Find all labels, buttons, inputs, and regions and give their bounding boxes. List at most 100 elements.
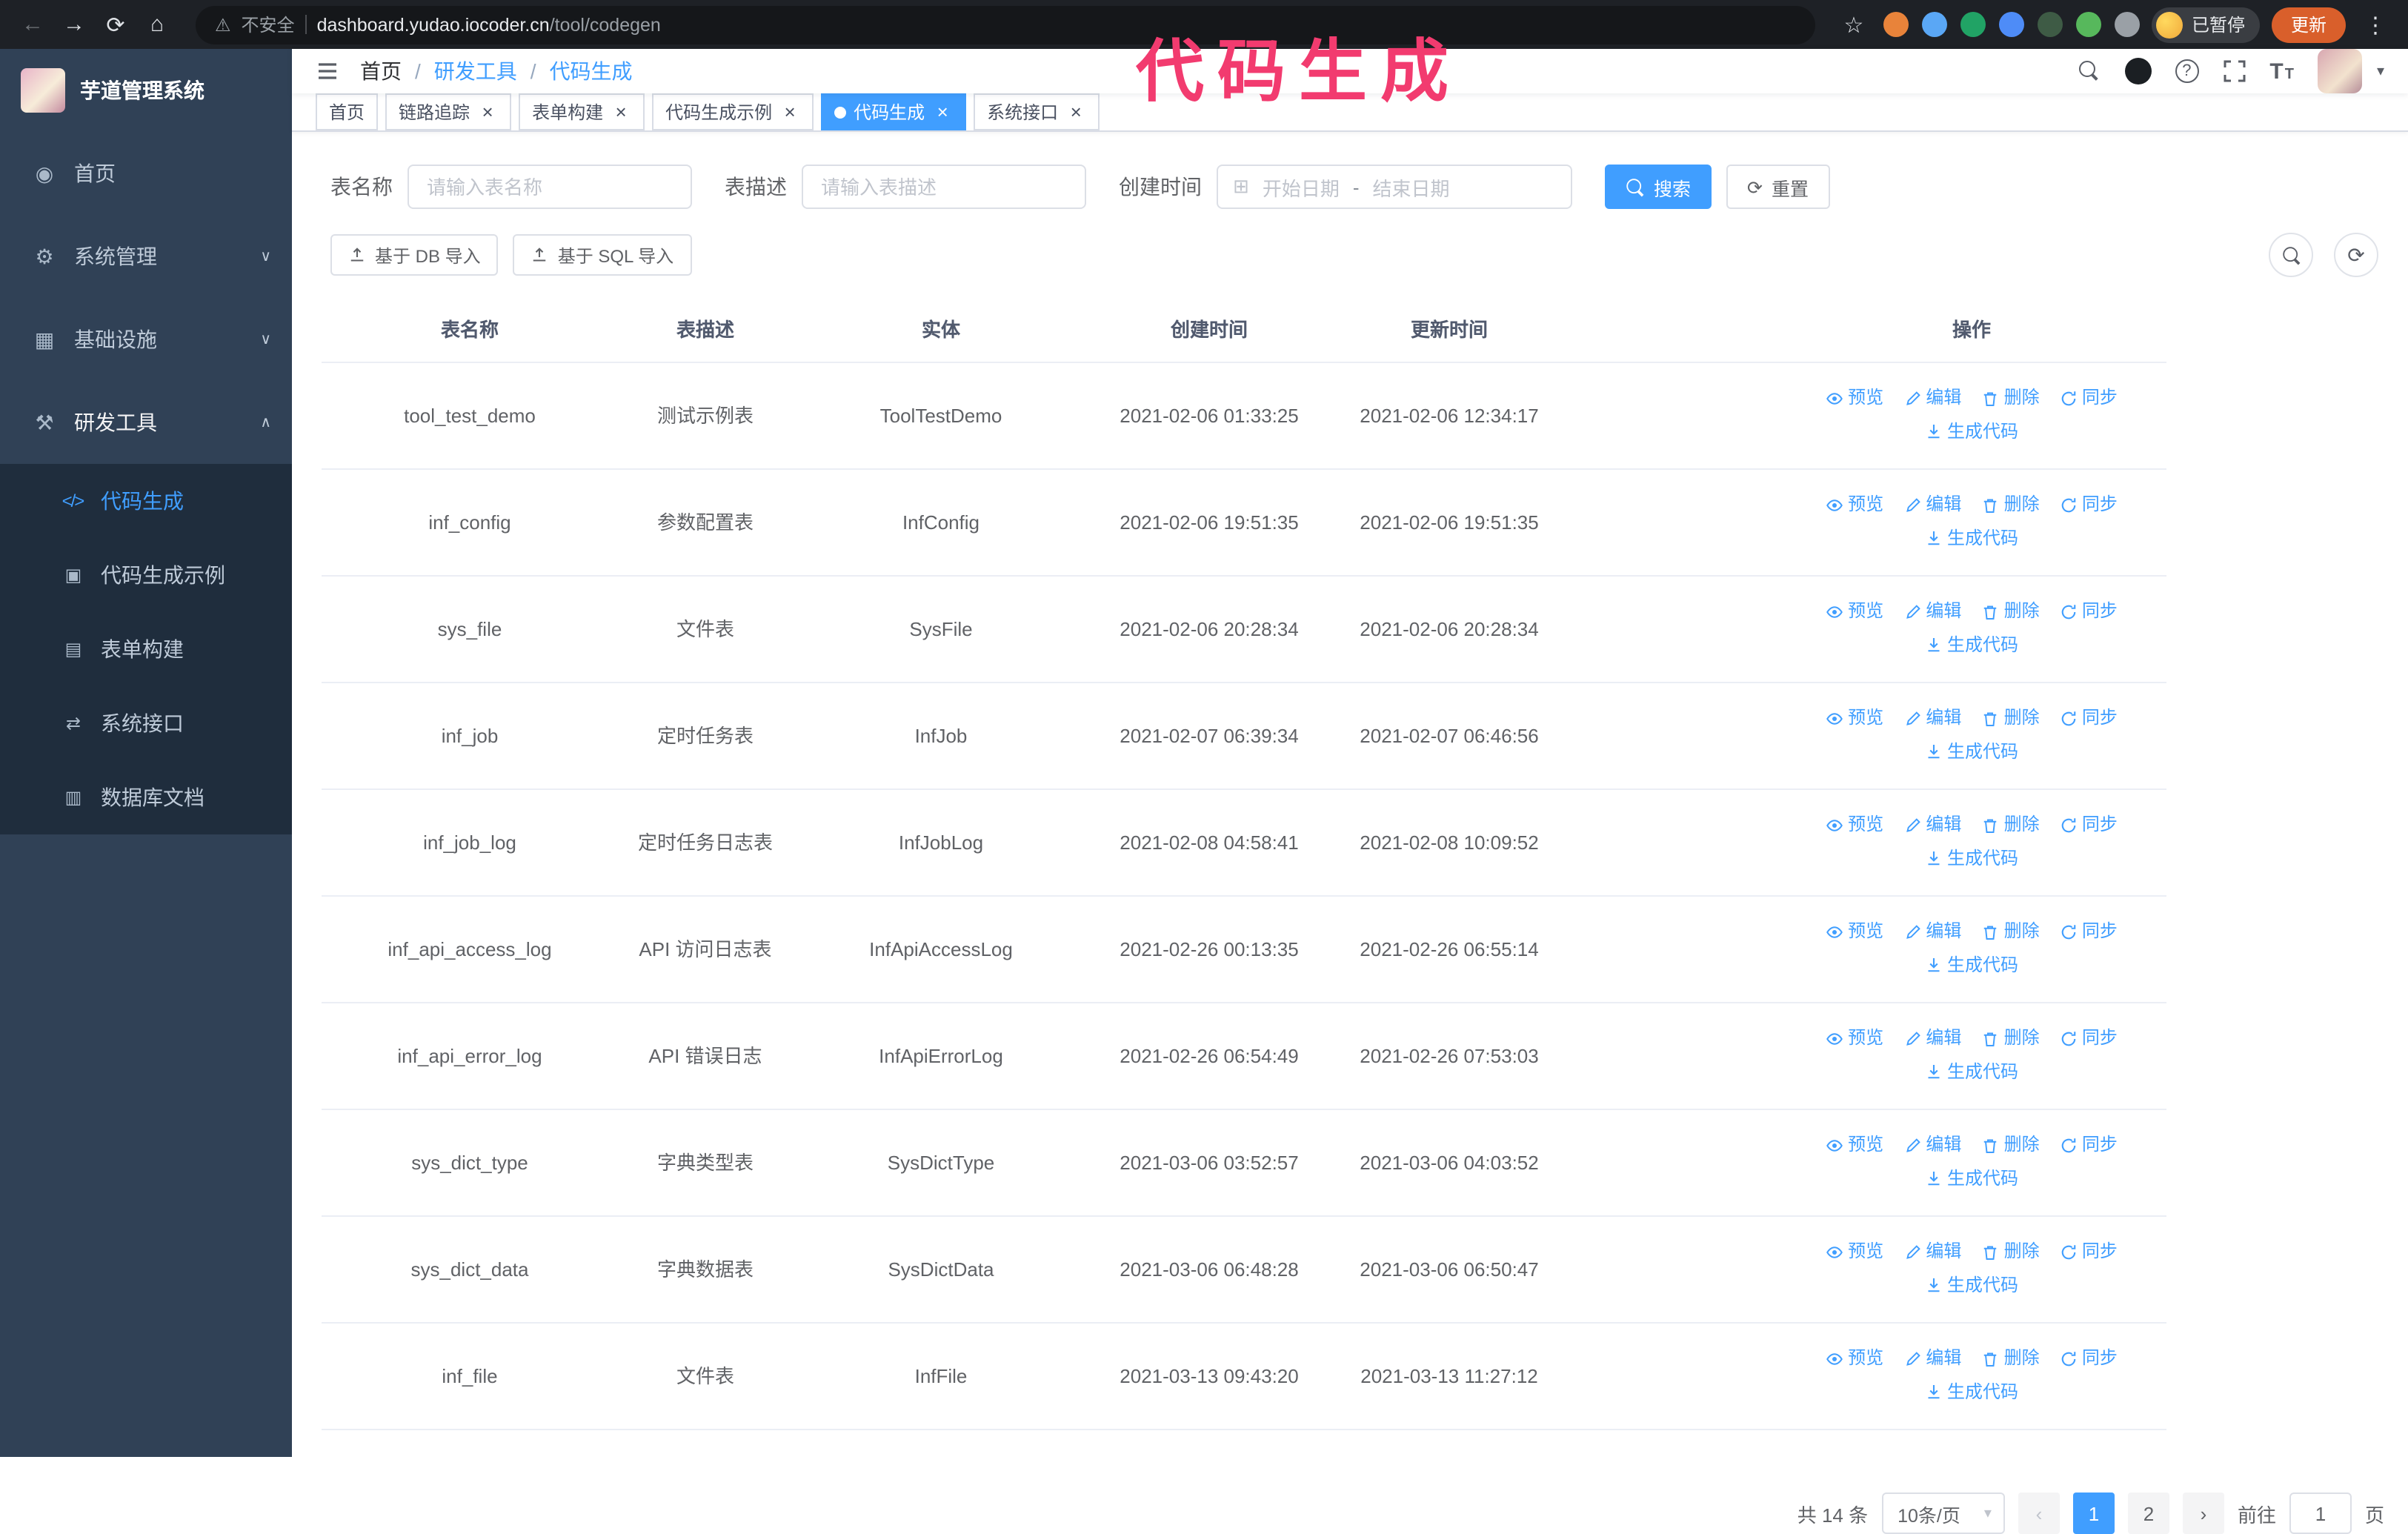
sidebar-submenu-item[interactable]: ▥ 数据库文档 [0, 760, 292, 834]
browser-forward-icon[interactable]: → [56, 7, 92, 42]
generate-code-link[interactable]: 生成代码 [1925, 736, 2018, 767]
delete-link[interactable]: 删除 [1982, 703, 2040, 734]
delete-link[interactable]: 删除 [1982, 916, 2040, 947]
sidebar-menu-item[interactable]: ⚒ 研发工具 ∧ [0, 381, 292, 464]
user-avatar[interactable] [2317, 49, 2362, 93]
toggle-search-button[interactable] [2269, 233, 2313, 277]
avatar-caret-icon[interactable]: ▾ [2377, 63, 2384, 79]
edit-link[interactable]: 编辑 [1903, 1236, 1961, 1267]
extension-icon[interactable] [1998, 12, 2024, 37]
page-number-button[interactable]: 1 [2072, 1493, 2115, 1534]
edit-link[interactable]: 编辑 [1903, 916, 1961, 947]
edit-link[interactable]: 编辑 [1903, 703, 1961, 734]
reset-button[interactable]: ⟳ 重置 [1726, 165, 1830, 209]
prev-page-button[interactable]: ‹ [2018, 1493, 2060, 1534]
browser-home-icon[interactable]: ⌂ [139, 7, 175, 42]
view-tab[interactable]: 链路追踪 × [385, 93, 512, 130]
extension-icon[interactable] [2075, 12, 2101, 37]
preview-link[interactable]: 预览 [1826, 809, 1883, 840]
browser-update-button[interactable]: 更新 [2271, 7, 2346, 42]
refresh-table-button[interactable]: ⟳ [2334, 233, 2378, 277]
search-icon[interactable] [2078, 60, 2101, 82]
search-button[interactable]: 搜索 [1605, 165, 1712, 209]
browser-back-icon[interactable]: ← [15, 7, 50, 42]
sidebar-menu-item[interactable]: ▦ 基础设施 ∨ [0, 298, 292, 381]
delete-link[interactable]: 删除 [1982, 1343, 2040, 1374]
view-tab[interactable]: 首页 × [316, 93, 379, 130]
table-desc-input[interactable] [802, 165, 1086, 209]
delete-link[interactable]: 删除 [1982, 809, 2040, 840]
generate-code-link[interactable]: 生成代码 [1925, 949, 2018, 980]
sidebar-submenu-item[interactable]: </> 代码生成 [0, 464, 292, 538]
sidebar-submenu-item[interactable]: ⇄ 系统接口 [0, 686, 292, 760]
address-bar[interactable]: ⚠ 不安全 dashboard.yudao.iocoder.cn/tool/co… [196, 5, 1815, 44]
sync-link[interactable]: 同步 [2060, 703, 2118, 734]
fullscreen-icon[interactable] [2222, 59, 2246, 83]
view-tab[interactable]: 代码生成 × [821, 93, 967, 130]
browser-profile-chip[interactable]: 已暂停 [2151, 7, 2260, 42]
delete-link[interactable]: 删除 [1982, 382, 2040, 414]
import-sql-button[interactable]: 基于 SQL 导入 [513, 234, 692, 276]
preview-link[interactable]: 预览 [1826, 1129, 1883, 1161]
extension-icon[interactable] [2037, 12, 2063, 37]
sync-link[interactable]: 同步 [2060, 1129, 2118, 1161]
edit-link[interactable]: 编辑 [1903, 382, 1961, 414]
extension-icon[interactable] [1960, 12, 1986, 37]
preview-link[interactable]: 预览 [1826, 703, 1883, 734]
edit-link[interactable]: 编辑 [1903, 1023, 1961, 1054]
generate-code-link[interactable]: 生成代码 [1925, 1163, 2018, 1194]
delete-link[interactable]: 删除 [1982, 489, 2040, 520]
preview-link[interactable]: 预览 [1826, 916, 1883, 947]
generate-code-link[interactable]: 生成代码 [1925, 1376, 2018, 1407]
table-name-input[interactable] [408, 165, 692, 209]
sync-link[interactable]: 同步 [2060, 489, 2118, 520]
hamburger-icon[interactable] [316, 59, 339, 83]
browser-menu-icon[interactable]: ⋮ [2358, 7, 2393, 42]
extension-icon[interactable] [1921, 12, 1947, 37]
edit-link[interactable]: 编辑 [1903, 1343, 1961, 1374]
extension-icon[interactable] [1883, 12, 1909, 37]
view-tab[interactable]: 表单构建 × [519, 93, 645, 130]
view-tab[interactable]: 系统接口 × [974, 93, 1100, 130]
generate-code-link[interactable]: 生成代码 [1925, 843, 2018, 874]
docs-question-icon[interactable]: ? [2175, 59, 2199, 83]
tab-close-icon[interactable]: × [477, 102, 498, 122]
page-size-select[interactable]: 10条/页 ▾ [1881, 1493, 2005, 1534]
breadcrumb-item[interactable]: 首页 [360, 56, 402, 86]
sidebar-submenu-item[interactable]: ▣ 代码生成示例 [0, 538, 292, 612]
sync-link[interactable]: 同步 [2060, 1236, 2118, 1267]
breadcrumb-item[interactable]: 研发工具 [434, 56, 517, 86]
delete-link[interactable]: 删除 [1982, 1023, 2040, 1054]
sync-link[interactable]: 同步 [2060, 596, 2118, 627]
sidebar-menu-item[interactable]: ⚙ 系统管理 ∨ [0, 215, 292, 298]
sync-link[interactable]: 同步 [2060, 382, 2118, 414]
github-icon[interactable] [2124, 58, 2152, 84]
edit-link[interactable]: 编辑 [1903, 1129, 1961, 1161]
preview-link[interactable]: 预览 [1826, 1343, 1883, 1374]
delete-link[interactable]: 删除 [1982, 1129, 2040, 1161]
delete-link[interactable]: 删除 [1982, 596, 2040, 627]
extension-icon[interactable] [2114, 12, 2140, 37]
edit-link[interactable]: 编辑 [1903, 596, 1961, 627]
next-page-button[interactable]: › [2182, 1493, 2224, 1534]
generate-code-link[interactable]: 生成代码 [1925, 1056, 2018, 1087]
sidebar-submenu-item[interactable]: ▤ 表单构建 [0, 612, 292, 686]
browser-reload-icon[interactable]: ⟳ [98, 7, 133, 42]
generate-code-link[interactable]: 生成代码 [1925, 1269, 2018, 1301]
preview-link[interactable]: 预览 [1826, 596, 1883, 627]
page-number-button[interactable]: 2 [2127, 1493, 2169, 1534]
generate-code-link[interactable]: 生成代码 [1925, 522, 2018, 554]
import-db-button[interactable]: 基于 DB 导入 [330, 234, 499, 276]
sync-link[interactable]: 同步 [2060, 1023, 2118, 1054]
edit-link[interactable]: 编辑 [1903, 809, 1961, 840]
tab-close-icon[interactable]: × [611, 102, 631, 122]
goto-page-input[interactable] [2289, 1493, 2352, 1534]
preview-link[interactable]: 预览 [1826, 1023, 1883, 1054]
sync-link[interactable]: 同步 [2060, 916, 2118, 947]
sync-link[interactable]: 同步 [2060, 1343, 2118, 1374]
tab-close-icon[interactable]: × [1065, 102, 1086, 122]
app-logo[interactable]: 芋道管理系统 [0, 49, 292, 132]
font-size-icon[interactable]: TT [2269, 59, 2294, 84]
date-range-picker[interactable]: ⊞ 开始日期 - 结束日期 [1217, 165, 1572, 209]
sidebar-menu-item[interactable]: ◉ 首页 [0, 132, 292, 215]
